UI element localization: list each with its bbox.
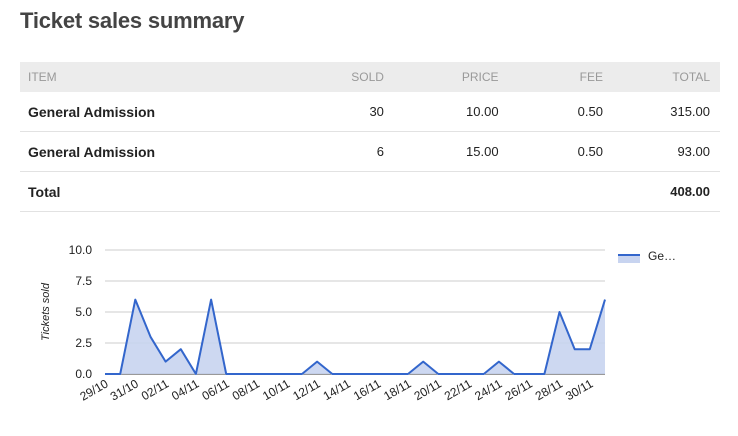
x-tick-label: 10/11 — [260, 376, 293, 403]
header-total: TOTAL — [612, 62, 720, 92]
y-axis-label: Tickets sold — [40, 282, 52, 341]
total-label: Total — [20, 171, 297, 212]
row-sold: 30 — [296, 92, 394, 132]
x-tick-label: 24/11 — [472, 376, 505, 403]
ticket-sales-table: ITEM SOLD PRICE FEE TOTAL General Admiss… — [20, 62, 720, 212]
series-area — [105, 299, 605, 374]
total-empty-price — [393, 171, 509, 212]
x-tick-label: 12/11 — [290, 376, 323, 403]
x-tick-label: 31/10 — [108, 376, 141, 403]
y-axis-ticks: 0.0 2.5 5.0 7.5 10.0 — [69, 243, 93, 381]
table-row: General Admission 6 15.00 0.50 93.00 — [20, 131, 720, 172]
x-axis-ticks: 29/1031/1002/1104/1106/1108/1110/1112/11… — [77, 376, 595, 403]
table-row: General Admission 30 10.00 0.50 315.00 — [20, 92, 720, 132]
x-tick-label: 08/11 — [230, 376, 263, 403]
legend-swatch — [618, 255, 640, 263]
total-value: 408.00 — [612, 171, 720, 212]
row-item: General Admission — [20, 92, 297, 132]
x-tick-label: 20/11 — [412, 376, 445, 403]
row-price: 15.00 — [393, 131, 509, 172]
row-total: 93.00 — [612, 131, 720, 172]
chart-legend[interactable]: Ge… — [618, 249, 676, 263]
tickets-sold-chart: 0.0 2.5 5.0 7.5 10.0 29/1031/1002/1104/1106/… — [40, 243, 676, 404]
x-tick-label: 18/11 — [381, 376, 414, 403]
y-tick-label: 10.0 — [69, 243, 93, 257]
row-fee: 0.50 — [508, 92, 613, 132]
x-tick-label: 14/11 — [321, 376, 354, 403]
table-header-row: ITEM SOLD PRICE FEE TOTAL — [20, 62, 720, 92]
total-empty-sold — [296, 171, 394, 212]
x-tick-label: 22/11 — [442, 376, 475, 403]
y-tick-label: 0.0 — [75, 367, 92, 381]
row-fee: 0.50 — [508, 131, 613, 172]
row-sold: 6 — [296, 131, 394, 172]
x-tick-label: 04/11 — [169, 376, 202, 403]
x-tick-label: 16/11 — [351, 376, 384, 403]
table-total-row: Total 408.00 — [20, 171, 720, 212]
x-tick-label: 28/11 — [533, 376, 566, 403]
row-price: 10.00 — [393, 92, 509, 132]
y-tick-label: 5.0 — [75, 305, 92, 319]
legend-label: Ge… — [648, 249, 676, 263]
header-item: ITEM — [20, 62, 297, 92]
row-total: 315.00 — [612, 92, 720, 132]
x-tick-label: 26/11 — [503, 376, 536, 403]
chart-area-layer — [104, 298, 606, 375]
header-price: PRICE — [393, 62, 509, 92]
x-tick-label: 02/11 — [139, 376, 172, 403]
x-tick-label: 06/11 — [199, 376, 232, 403]
header-fee: FEE — [508, 62, 613, 92]
x-tick-label: 30/11 — [563, 376, 596, 403]
header-sold: SOLD — [296, 62, 394, 92]
y-tick-label: 7.5 — [75, 274, 92, 288]
total-empty-fee — [508, 171, 613, 212]
page-title: Ticket sales summary — [20, 8, 245, 33]
y-tick-label: 2.5 — [75, 336, 92, 350]
row-item: General Admission — [20, 131, 297, 172]
